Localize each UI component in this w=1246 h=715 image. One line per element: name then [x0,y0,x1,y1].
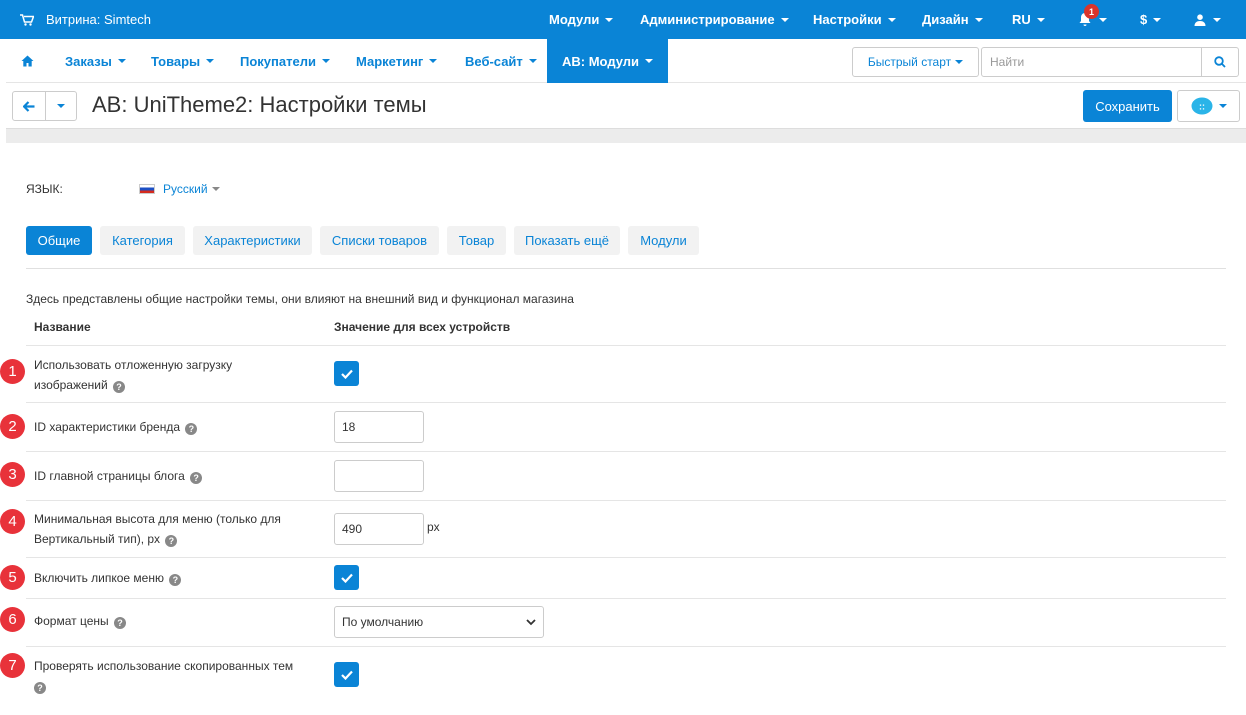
menu-modules[interactable]: Модули [549,0,614,39]
checkmark-icon [340,369,353,379]
help-icon[interactable]: ? [113,617,126,629]
menu-administration[interactable]: Администрирование [640,0,789,39]
setting-label-lazy-load: Использовать отложенную загрузку изображ… [34,358,233,393]
nav-products[interactable]: Товары [151,39,215,83]
storefront-label: Витрина: Simtech [46,12,151,27]
tab-product-lists[interactable]: Списки товаров [320,226,439,255]
nav-orders[interactable]: Заказы [65,39,126,83]
language-label: ЯЗЫК: [26,182,63,196]
storefront-link[interactable]: Витрина: Simtech [20,0,151,39]
row-divider [26,451,1226,452]
chevron-down-icon [211,187,220,191]
search-button[interactable] [1201,47,1239,77]
svg-text:::: :: [1199,102,1205,112]
menu-settings[interactable]: Настройки [813,0,896,39]
checkmark-icon [340,573,353,583]
step-marker: 5 [0,565,25,590]
setting-label-price-format: Формат цены ? [34,611,126,631]
quick-start-button[interactable]: Быстрый старт [852,47,979,77]
help-icon[interactable]: ? [169,574,182,586]
nav-customers[interactable]: Покупатели [240,39,330,83]
step-marker: 4 [0,509,25,534]
step-marker: 1 [0,359,25,384]
row-divider [26,500,1226,501]
content-separator [6,128,1246,143]
search-input[interactable] [981,47,1202,77]
title-bar: AB: UniTheme2: Настройки темы Сохранить … [6,83,1246,128]
menu-min-height-input[interactable] [334,513,424,545]
blog-page-id-input[interactable] [334,460,424,492]
setting-label-copied-themes-check: Проверять использование скопированных те… [34,659,294,694]
menu-user[interactable] [1194,0,1221,39]
search-icon [1214,56,1226,68]
row-divider [26,402,1226,403]
tab-features[interactable]: Характеристики [193,226,312,255]
brand-feature-id-input[interactable] [334,411,424,443]
step-marker: 6 [0,607,25,632]
home-icon [21,55,34,67]
cart-icon [20,13,34,26]
help-icon[interactable]: ? [185,423,198,435]
step-marker: 2 [0,414,25,439]
menu-design[interactable]: Дизайн [922,0,983,39]
setting-label-brand-feature-id: ID характеристики бренда ? [34,417,198,437]
chevron-down-icon [526,619,536,626]
russian-flag-icon [139,184,155,194]
unit-label: px [427,520,440,534]
help-icon[interactable]: ? [190,472,203,484]
column-header-value: Значение для всех устройств [334,320,511,334]
notifications-button[interactable]: 1 [1078,0,1114,39]
setting-label-sticky-menu: Включить липкое меню ? [34,568,182,588]
addon-tools-button[interactable]: :: [1177,90,1240,122]
help-icon[interactable]: ? [34,682,46,694]
menu-language[interactable]: RU [1012,0,1045,39]
addon-logo-icon: :: [1191,97,1212,115]
section-description: Здесь представлены общие настройки темы,… [26,292,574,306]
row-divider [26,598,1226,599]
notifications-badge: 1 [1084,4,1099,19]
back-button[interactable] [12,91,46,121]
user-icon [1194,13,1206,26]
row-divider [26,557,1226,558]
column-header-name: Название [34,320,91,334]
menu-currency[interactable]: $ [1140,0,1162,39]
arrow-left-icon [23,100,35,112]
tab-general[interactable]: Общие [26,226,92,255]
row-divider [26,345,1226,346]
tab-show-more[interactable]: Показать ещё [514,226,620,255]
step-marker: 3 [0,462,25,487]
language-selector[interactable]: Русский [139,182,220,196]
top-bar: Витрина: Simtech Модули Администрировани… [0,0,1246,39]
nav-marketing[interactable]: Маркетинг [356,39,438,83]
nav-home[interactable] [21,39,34,83]
step-marker: 7 [0,653,25,678]
setting-label-menu-min-height: Минимальная высота для меню (только для … [34,512,281,547]
main-nav: Заказы Товары Покупатели Маркетинг Веб-с… [6,39,1246,83]
tab-product[interactable]: Товар [447,226,506,255]
setting-label-blog-page-id: ID главной страницы блога ? [34,466,203,486]
help-icon[interactable]: ? [113,381,126,393]
nav-website[interactable]: Веб-сайт [465,39,537,83]
row-divider [26,646,1226,647]
sticky-menu-checkbox[interactable] [334,565,359,590]
price-format-select[interactable]: По умолчанию [334,606,544,638]
tabs-divider [26,268,1226,269]
checkmark-icon [340,670,353,680]
tab-modules[interactable]: Модули [628,226,699,255]
tab-category[interactable]: Категория [100,226,185,255]
chevron-down-icon [57,104,65,108]
nav-ab-modules[interactable]: AB: Модули [547,39,669,83]
lazy-load-checkbox[interactable] [334,361,359,386]
help-icon[interactable]: ? [165,535,178,547]
back-dropdown-button[interactable] [45,91,77,121]
save-button[interactable]: Сохранить [1083,90,1172,122]
copied-themes-check-checkbox[interactable] [334,662,359,687]
page-title: AB: UniTheme2: Настройки темы [92,92,427,117]
